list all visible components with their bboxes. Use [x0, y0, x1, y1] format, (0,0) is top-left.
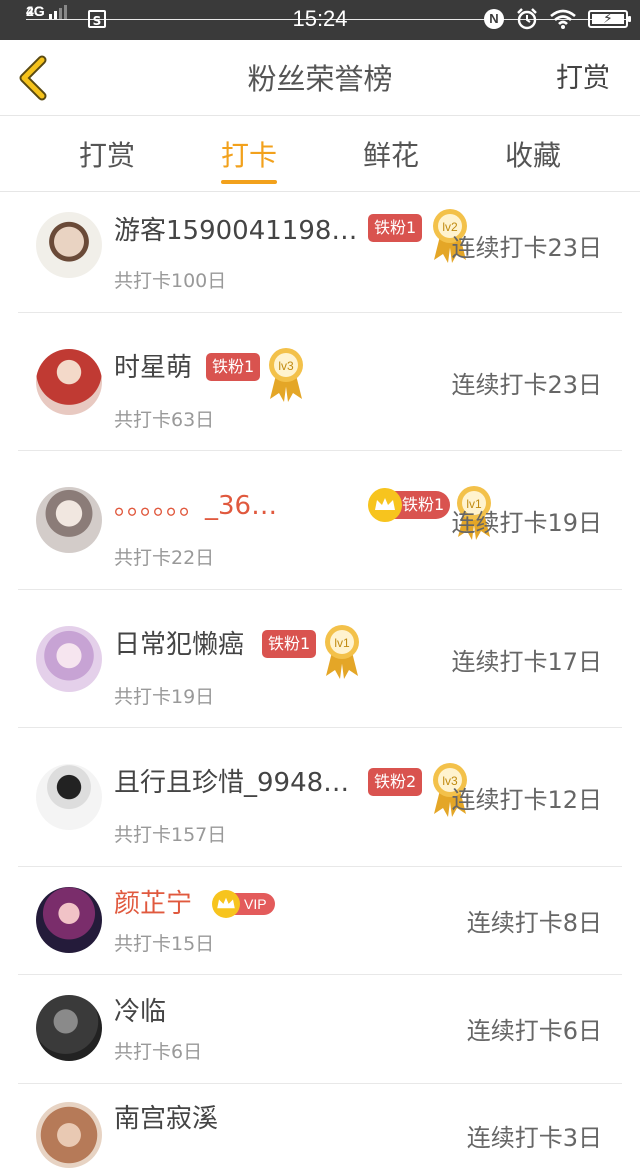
medal-icon: lv3: [269, 348, 303, 402]
vip-badge: VIP: [212, 890, 275, 918]
user-name[interactable]: 时星萌: [114, 347, 192, 384]
user-name[interactable]: 且行且珍惜_9948…: [114, 762, 349, 799]
user-name[interactable]: 游客1590041198…: [114, 210, 357, 247]
checkin-total: 共打卡157日: [114, 824, 227, 846]
checkin-streak: 连续打卡23日: [451, 371, 602, 399]
checkin-total: 共打卡100日: [114, 270, 227, 292]
reward-button[interactable]: 打赏: [556, 56, 610, 95]
tab-checkin[interactable]: 打卡: [179, 134, 319, 174]
fan-level-badge: 铁粉1: [206, 353, 261, 381]
user-name[interactable]: 日常犯懒癌: [114, 624, 244, 661]
nfc-icon: N: [484, 9, 504, 29]
avatar[interactable]: [36, 349, 102, 415]
avatar[interactable]: [36, 887, 102, 953]
active-tab-indicator: [221, 180, 277, 184]
crown-icon: [212, 890, 240, 918]
checkin-streak: 连续打卡8日: [466, 909, 602, 937]
list-item[interactable]: 。。。。。。_36… 铁粉1 lv1 连续打卡19日 共打卡22日: [18, 451, 622, 590]
fan-level-badge: 铁粉2: [368, 768, 423, 796]
list-item[interactable]: 日常犯懒癌 铁粉1 lv1 连续打卡17日 共打卡19日: [18, 590, 622, 728]
avatar[interactable]: [36, 626, 102, 692]
medal-level: lv1: [334, 636, 350, 650]
fan-level-badge: 铁粉1: [368, 488, 451, 522]
checkin-streak: 连续打卡17日: [451, 648, 602, 676]
user-name[interactable]: 。。。。。。_36…: [114, 485, 277, 522]
user-name[interactable]: 南宫寂溪: [114, 1098, 218, 1135]
medal-level: lv3: [278, 359, 294, 373]
list-item[interactable]: 且行且珍惜_9948… 铁粉2 lv3 连续打卡12日 共打卡157日: [18, 728, 622, 867]
avatar[interactable]: [36, 212, 102, 278]
checkin-streak: 连续打卡6日: [466, 1017, 602, 1045]
list-item[interactable]: 颜芷宁 VIP 连续打卡8日 共打卡15日: [18, 867, 622, 975]
checkin-total: 共打卡22日: [114, 547, 215, 569]
status-bar: 4G 2G S 15:24 N ⚡: [0, 0, 640, 40]
list-item[interactable]: 南宫寂溪 连续打卡3日: [18, 1084, 622, 1168]
wifi-icon: [550, 9, 576, 29]
checkin-streak: 连续打卡23日: [451, 234, 602, 262]
tab-flowers[interactable]: 鲜花: [321, 134, 461, 174]
avatar[interactable]: [36, 764, 102, 830]
medal-icon: lv1: [325, 625, 359, 679]
list-item[interactable]: 冷临 连续打卡6日 共打卡6日: [18, 975, 622, 1084]
alarm-icon: [517, 8, 537, 30]
list-item[interactable]: 时星萌 铁粉1 lv3 连续打卡23日 共打卡63日: [18, 313, 622, 451]
battery-icon: ⚡: [588, 10, 631, 28]
vip-label: VIP: [244, 896, 267, 912]
user-name[interactable]: 冷临: [114, 991, 166, 1028]
tab-bar: 打赏 打卡 鲜花 收藏: [0, 116, 640, 192]
tab-favorites[interactable]: 收藏: [463, 134, 603, 174]
crown-icon: [368, 488, 402, 522]
user-name[interactable]: 颜芷宁: [114, 883, 192, 920]
fan-level-badge: 铁粉1: [262, 630, 317, 658]
checkin-total: 共打卡15日: [114, 933, 215, 955]
list-item[interactable]: 游客1590041198… 铁粉1 lv2 连续打卡23日 共打卡100日: [18, 192, 622, 313]
checkin-total: 共打卡63日: [114, 409, 215, 431]
checkin-total: 共打卡6日: [114, 1041, 203, 1063]
tab-reward[interactable]: 打赏: [37, 134, 177, 174]
checkin-total: 共打卡19日: [114, 686, 215, 708]
fan-level-badge: 铁粉1: [368, 214, 423, 242]
page-title: 粉丝荣誉榜: [247, 62, 393, 96]
checkin-streak: 连续打卡12日: [451, 786, 602, 814]
app-header: 粉丝荣誉榜 打赏: [0, 40, 640, 116]
avatar[interactable]: [36, 1102, 102, 1168]
avatar[interactable]: [36, 995, 102, 1061]
fan-level-label: 铁粉1: [402, 495, 445, 514]
avatar[interactable]: [36, 487, 102, 553]
checkin-streak: 连续打卡19日: [451, 509, 602, 537]
checkin-streak: 连续打卡3日: [466, 1124, 602, 1152]
